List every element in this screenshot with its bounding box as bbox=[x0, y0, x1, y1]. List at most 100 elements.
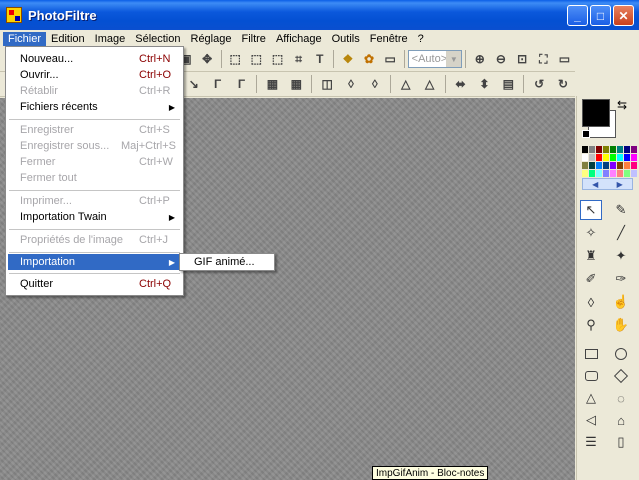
color-palette[interactable] bbox=[582, 146, 637, 178]
color-swatch[interactable] bbox=[624, 170, 630, 177]
menu-fenetre[interactable]: Fenêtre bbox=[365, 32, 413, 46]
arrow-right-icon[interactable]: ↘ bbox=[185, 75, 203, 93]
brush-icon[interactable]: ✐ bbox=[580, 269, 602, 289]
hand-icon[interactable]: ✋ bbox=[610, 315, 632, 335]
reset-colors-icon[interactable] bbox=[582, 130, 590, 138]
stamp-icon[interactable]: ⚲ bbox=[580, 315, 602, 335]
menu-item-fermer[interactable]: Fermer Ctrl+W bbox=[8, 154, 181, 170]
close-button[interactable]: ✕ bbox=[613, 5, 634, 26]
fit-icon[interactable]: ⬚ bbox=[270, 50, 285, 68]
vertical-stripes-icon[interactable]: ▯ bbox=[610, 432, 632, 452]
color-swatch[interactable] bbox=[631, 146, 637, 153]
color-swatch[interactable] bbox=[603, 154, 609, 161]
grid-filter-icon[interactable]: ▦ bbox=[263, 75, 281, 93]
menu-item-retablir[interactable]: Rétablir Ctrl+R bbox=[8, 83, 181, 99]
menu-fichier[interactable]: Fichier bbox=[3, 31, 47, 46]
menu-affichage[interactable]: Affichage bbox=[271, 32, 327, 46]
triangle-2-icon[interactable]: △ bbox=[421, 75, 439, 93]
foreground-color-swatch[interactable] bbox=[582, 99, 610, 127]
actual-size-icon[interactable]: ⊡ bbox=[515, 50, 530, 68]
menu-item-proprietes[interactable]: Propriétés de l'image Ctrl+J bbox=[8, 232, 181, 248]
crop-icon[interactable]: ⌗ bbox=[291, 50, 306, 68]
menu-item-importation-twain[interactable]: Importation Twain ▶ bbox=[8, 209, 181, 225]
color-swatch[interactable] bbox=[624, 146, 630, 153]
minimize-button[interactable]: _ bbox=[567, 5, 588, 26]
menu-help[interactable]: ? bbox=[413, 32, 429, 46]
stripes-icon[interactable]: ☰ bbox=[580, 432, 602, 452]
rectangle-icon[interactable] bbox=[580, 344, 602, 364]
menu-item-ouvrir[interactable]: Ouvrir... Ctrl+O bbox=[8, 67, 181, 83]
zoom-in-icon[interactable]: ⊕ bbox=[472, 50, 487, 68]
color-swatch[interactable] bbox=[610, 146, 616, 153]
mirror-icon[interactable]: ◫ bbox=[318, 75, 336, 93]
flip-horizontal-icon[interactable]: ⬌ bbox=[452, 75, 470, 93]
zoom-combo[interactable]: <Auto> ▼ bbox=[407, 50, 463, 68]
color-swatch[interactable] bbox=[610, 162, 616, 169]
menu-selection[interactable]: Sélection bbox=[130, 32, 185, 46]
chevron-down-icon[interactable]: ▼ bbox=[446, 51, 462, 67]
drop-2-icon[interactable]: ◊ bbox=[366, 75, 384, 93]
drop-icon[interactable]: ◊ bbox=[342, 75, 360, 93]
color-swatch[interactable] bbox=[589, 146, 595, 153]
color-swatch[interactable] bbox=[582, 170, 588, 177]
color-swatch[interactable] bbox=[596, 162, 602, 169]
color-swatch[interactable] bbox=[631, 154, 637, 161]
color-swatch[interactable] bbox=[624, 154, 630, 161]
polygon-icon[interactable]: ◁ bbox=[580, 410, 602, 430]
blur-drop-icon[interactable]: ◊ bbox=[580, 292, 602, 312]
color-swatch[interactable] bbox=[589, 154, 595, 161]
image-size-icon[interactable]: ⬚ bbox=[228, 50, 243, 68]
color-swatch[interactable] bbox=[631, 162, 637, 169]
color-swatch[interactable] bbox=[603, 170, 609, 177]
fit-window-icon[interactable]: ⛶ bbox=[536, 50, 551, 68]
color-swatch[interactable] bbox=[617, 162, 623, 169]
line-tool-icon[interactable]: ╱ bbox=[610, 223, 632, 243]
plugin-icon[interactable]: ❖ bbox=[340, 50, 355, 68]
menu-item-enregistrer-sous[interactable]: Enregistrer sous... Maj+Ctrl+S bbox=[8, 138, 181, 154]
gamma-down-icon[interactable]: Γ bbox=[209, 75, 227, 93]
color-swatch[interactable] bbox=[596, 146, 602, 153]
color-swatch[interactable] bbox=[631, 170, 637, 177]
frame-icon[interactable]: ▤ bbox=[499, 75, 517, 93]
color-swatch[interactable] bbox=[617, 154, 623, 161]
color-swatch[interactable] bbox=[582, 146, 588, 153]
selection-tool-icon[interactable]: ↖ bbox=[580, 200, 602, 220]
arrow-right-icon[interactable]: ▶ bbox=[617, 180, 623, 189]
color-swatch[interactable] bbox=[582, 154, 588, 161]
color-picker-icon[interactable]: ✎ bbox=[610, 200, 632, 220]
menu-item-nouveau[interactable]: Nouveau... Ctrl+N bbox=[8, 51, 181, 67]
menu-edition[interactable]: Edition bbox=[46, 32, 90, 46]
menu-item-quitter[interactable]: Quitter Ctrl+Q bbox=[8, 276, 181, 292]
advanced-brush-icon[interactable]: ✑ bbox=[610, 269, 632, 289]
transform-icon[interactable]: ✥ bbox=[200, 50, 215, 68]
fullscreen-icon[interactable]: ▭ bbox=[557, 50, 572, 68]
spray-icon[interactable]: ✦ bbox=[610, 246, 632, 266]
color-swatch[interactable] bbox=[617, 170, 623, 177]
ellipse-icon[interactable] bbox=[610, 344, 632, 364]
menu-item-importation[interactable]: Importation ▶ bbox=[8, 254, 181, 270]
menu-image[interactable]: Image bbox=[90, 32, 131, 46]
swap-colors-icon[interactable]: ⇆ bbox=[617, 98, 627, 112]
color-swatch[interactable] bbox=[603, 162, 609, 169]
menu-item-fichiers-recents[interactable]: Fichiers récents ▶ bbox=[8, 99, 181, 115]
rotate-right-icon[interactable]: ↻ bbox=[554, 75, 572, 93]
menu-reglage[interactable]: Réglage bbox=[186, 32, 237, 46]
menu-item-gif-anime[interactable]: GIF animé... bbox=[194, 256, 255, 268]
grid-filter-2-icon[interactable]: ▦ bbox=[287, 75, 305, 93]
lasso-icon[interactable]: ◌ bbox=[610, 388, 632, 408]
color-swatch[interactable] bbox=[610, 170, 616, 177]
rotate-left-icon[interactable]: ↺ bbox=[530, 75, 548, 93]
color-swatch[interactable] bbox=[582, 162, 588, 169]
color-swatch[interactable] bbox=[610, 154, 616, 161]
color-swatch[interactable] bbox=[596, 154, 602, 161]
menu-filtre[interactable]: Filtre bbox=[236, 32, 270, 46]
color-swatch[interactable] bbox=[603, 146, 609, 153]
menu-item-fermer-tout[interactable]: Fermer tout bbox=[8, 170, 181, 186]
open-shape-icon[interactable]: ⌂ bbox=[610, 410, 632, 430]
canvas-size-icon[interactable]: ⬚ bbox=[249, 50, 264, 68]
color-swatch[interactable] bbox=[589, 162, 595, 169]
smudge-icon[interactable]: ☝ bbox=[610, 292, 632, 312]
text-icon[interactable]: T bbox=[312, 50, 327, 68]
menu-item-enregistrer[interactable]: Enregistrer Ctrl+S bbox=[8, 122, 181, 138]
triangle-shape-icon[interactable]: △ bbox=[580, 388, 602, 408]
